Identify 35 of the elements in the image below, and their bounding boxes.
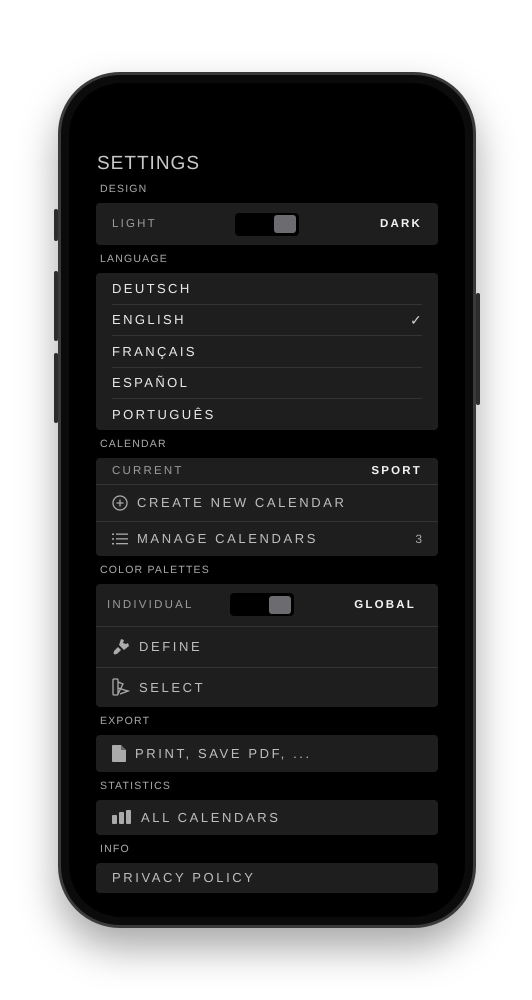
row-value: SPORT <box>371 464 422 476</box>
define-item[interactable]: DEFINE <box>96 626 438 666</box>
manage-calendars-item[interactable]: MANAGE CALENDARS 3 <box>96 520 438 556</box>
bar-chart-icon <box>112 810 132 824</box>
section-label: LANGUAGE <box>100 252 169 266</box>
language-option[interactable]: FRANÇAIS <box>112 335 422 366</box>
section-label: EXPORT <box>100 714 152 728</box>
row-label: CURRENT <box>112 464 184 476</box>
export-item[interactable]: PRINT, SAVE PDF, ... <box>96 734 438 772</box>
toggle-label: LIGHT <box>112 218 158 230</box>
select-item[interactable]: SELECT <box>96 666 438 706</box>
privacy-policy-item[interactable]: PRIVACY POLICY <box>96 862 438 892</box>
language-option[interactable]: DEUTSCH <box>112 273 422 304</box>
create-calendar-item[interactable]: CREATE NEW CALENDAR <box>96 484 438 520</box>
screen-title: SETTINGS <box>97 153 202 175</box>
section-label: INFO <box>100 842 131 856</box>
toggle-label: DARK <box>380 218 422 230</box>
document-icon <box>112 744 126 762</box>
checkmark: ✓ <box>410 312 422 328</box>
section-label: CALENDAR <box>100 436 168 450</box>
language-option[interactable]: ENGLISH ✓ <box>112 304 422 335</box>
plus-circle-icon <box>112 494 128 510</box>
toggle-switch[interactable] <box>230 593 294 616</box>
toggle-label: GLOBAL <box>354 598 416 610</box>
brush-icon <box>112 638 130 656</box>
section-label: COLOR PALETTES <box>100 562 211 576</box>
section-label: STATISTICS <box>100 778 172 792</box>
statistics-item[interactable]: ALL CALENDARS <box>96 800 438 834</box>
swatch-fan-icon <box>112 678 130 696</box>
list-icon <box>112 532 128 544</box>
language-option[interactable]: ESPAÑOL <box>112 366 422 398</box>
language-option[interactable]: PORTUGUÊS <box>112 398 422 430</box>
section-label: DESIGN <box>100 182 148 196</box>
toggle-label: INDIVIDUAL <box>107 598 195 610</box>
toggle-switch[interactable] <box>235 212 299 236</box>
